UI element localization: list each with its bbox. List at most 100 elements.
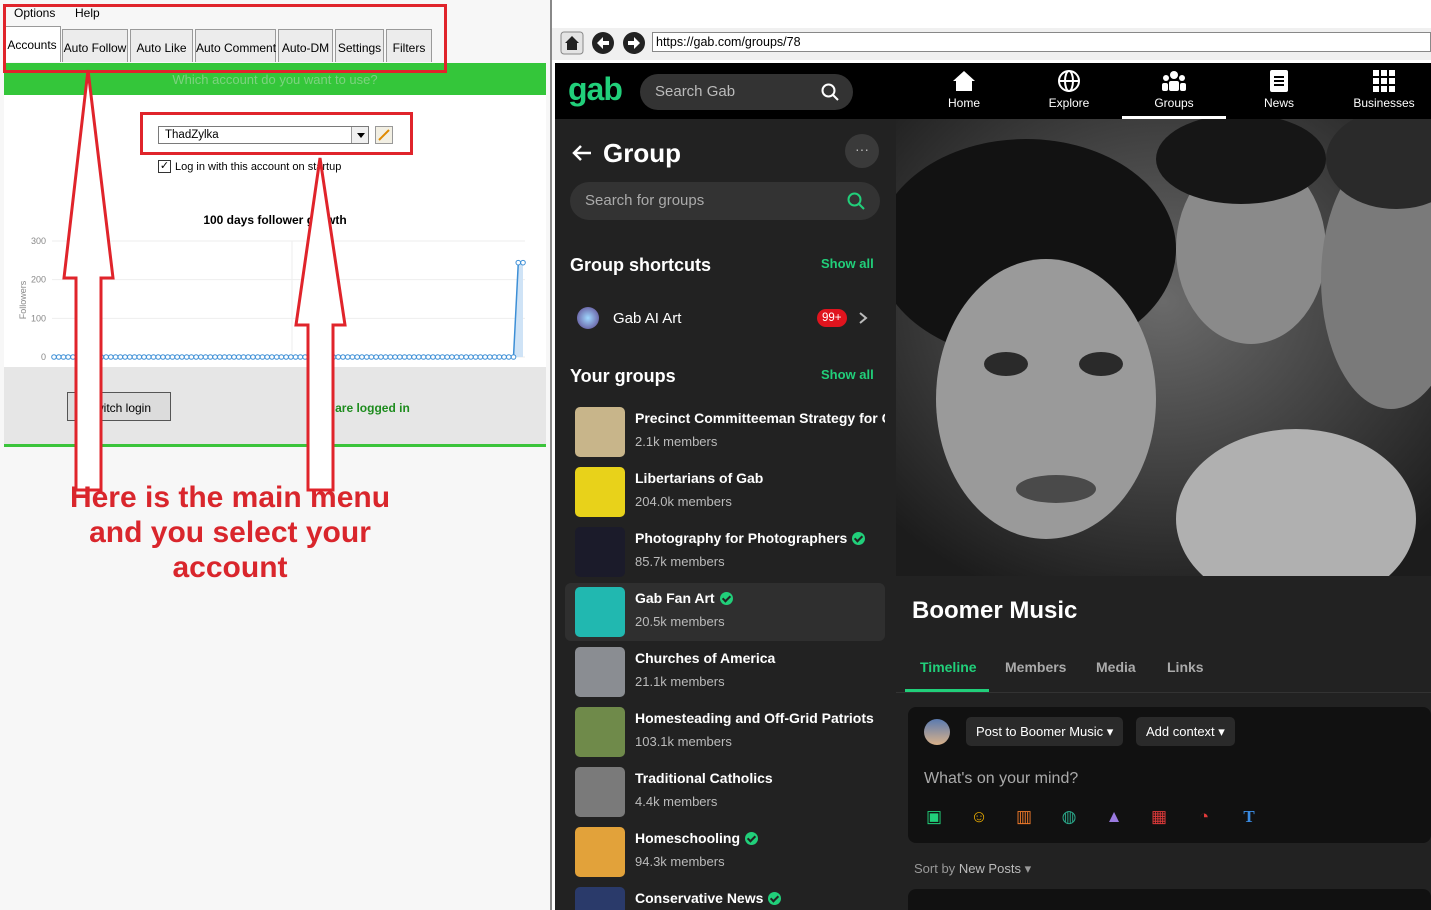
group-name: Homesteading and Off-Grid Patriots (635, 710, 885, 726)
arrow-left-icon[interactable] (571, 143, 593, 163)
group-list-item[interactable]: Gab Fan Art 20.5k members (565, 583, 885, 641)
group-name: Libertarians of Gab (635, 470, 885, 486)
annotation-line: and you select your (89, 516, 371, 549)
caret-down-icon: ▾ (1218, 724, 1225, 739)
more-options-button[interactable]: ··· (845, 134, 879, 168)
nav-explore[interactable]: Explore (1019, 69, 1119, 110)
gab-search-input[interactable]: Search Gab (640, 74, 853, 110)
browser-toolbar: https://gab.com/groups/78 (552, 28, 1431, 60)
nav-label: Home (947, 96, 980, 110)
group-list-item[interactable]: Conservative News (565, 883, 885, 910)
warning-icon[interactable]: ▲ (1104, 807, 1124, 827)
nav-businesses[interactable]: Businesses (1334, 69, 1431, 110)
groups-icon (1162, 71, 1186, 91)
annotation-arrow-left (62, 69, 115, 492)
group-name-text: Churches of America (635, 650, 776, 666)
chart-icon[interactable]: ▥ (1014, 807, 1034, 827)
group-list-item[interactable]: Precinct Committeeman Strategy for Cc 2.1… (565, 403, 885, 461)
group-thumbnail (575, 887, 625, 910)
nav-label: Businesses (1353, 96, 1415, 110)
group-name: Traditional Catholics (635, 770, 885, 786)
gab-search-placeholder: Search Gab (655, 83, 736, 100)
home-icon (953, 71, 975, 91)
shortcuts-show-all-link[interactable]: Show all (821, 256, 874, 271)
chevron-right-icon (859, 312, 868, 324)
notification-badge: 99+ (817, 309, 847, 327)
group-member-count: 85.7k members (635, 554, 725, 569)
group-member-count: 21.1k members (635, 674, 725, 689)
tab-links[interactable]: Links (1167, 659, 1204, 675)
globe-icon[interactable]: ◍ (1059, 807, 1079, 827)
nav-home[interactable]: Home (914, 69, 1014, 110)
group-thumbnail (575, 527, 625, 577)
group-name-text: Traditional Catholics (635, 770, 773, 786)
active-tab-indicator (905, 689, 989, 692)
group-name: Precinct Committeeman Strategy for Cc (635, 410, 885, 426)
group-avatar (577, 307, 599, 329)
post-to-dropdown[interactable]: Post to Boomer Music ▾ (966, 717, 1124, 746)
group-list-item[interactable]: Homeschooling 94.3k members (565, 823, 885, 881)
caret-down-icon: ▾ (1106, 724, 1114, 739)
annotation-line: account (172, 551, 288, 584)
group-name-text: Libertarians of Gab (635, 470, 764, 486)
tab-media[interactable]: Media (1096, 659, 1136, 675)
emoji-icon[interactable]: ☺ (969, 807, 989, 827)
group-list-item[interactable]: Libertarians of Gab 204.0k members (565, 463, 885, 521)
group-search-placeholder: Search for groups (585, 192, 705, 209)
verified-icon (745, 832, 759, 845)
url-bar[interactable]: https://gab.com/groups/78 (652, 32, 1431, 52)
group-name: Churches of America (635, 650, 885, 666)
sort-control[interactable]: Sort by New Posts ▾ (914, 861, 1031, 877)
groups-sidebar: Group ··· Search for groups Group shortc… (555, 119, 895, 910)
timer-icon[interactable]: ◔ (1194, 807, 1214, 827)
grid-icon (1373, 70, 1395, 92)
group-member-count: 20.5k members (635, 614, 725, 629)
nav-news[interactable]: News (1229, 69, 1329, 110)
add-context-dropdown[interactable]: Add context ▾ (1136, 717, 1235, 746)
calendar-icon[interactable]: ▦ (1149, 807, 1169, 827)
nav-label: Explore (1048, 96, 1090, 110)
image-icon[interactable]: ▣ (924, 807, 944, 827)
group-list-item[interactable]: Homesteading and Off-Grid Patriots 103.1k… (565, 703, 885, 761)
nav-groups[interactable]: Groups (1122, 69, 1226, 119)
shortcut-item[interactable]: Gab AI Art 99+ (577, 304, 877, 334)
home-icon[interactable] (560, 31, 584, 55)
group-list-item[interactable]: Churches of America 21.1k members (565, 643, 885, 701)
tab-timeline[interactable]: Timeline (920, 659, 977, 675)
gab-logo[interactable]: gab (568, 71, 623, 108)
cover-photo (896, 119, 1431, 576)
composer-input[interactable]: What's on your mind? (924, 770, 1078, 788)
browser-window: https://gab.com/groups/78 gab Search Gab… (552, 0, 1431, 910)
tab-divider (896, 692, 1431, 693)
group-cover-image (896, 119, 1431, 576)
news-icon (1270, 70, 1288, 92)
forward-icon[interactable] (622, 31, 646, 55)
back-icon[interactable] (591, 31, 615, 55)
group-name: Conservative News (635, 890, 885, 906)
annotation-arrows (62, 69, 347, 492)
nav-label: Groups (1154, 96, 1194, 110)
caret-down-icon: ▾ (1024, 861, 1032, 876)
gab-page: gab Search Gab Home Explore Groups News (555, 63, 1431, 910)
group-list-item[interactable]: Photography for Photographers 85.7k membe… (565, 523, 885, 581)
group-thumbnail (575, 647, 625, 697)
group-name: Boomer Music (912, 597, 1078, 624)
add-context-label: Add context (1146, 724, 1215, 739)
tab-members[interactable]: Members (1005, 659, 1066, 675)
text-format-icon[interactable]: T (1239, 807, 1259, 827)
group-list-item[interactable]: Traditional Catholics 4.4k members (565, 763, 885, 821)
verified-icon (852, 532, 866, 545)
search-icon (847, 192, 865, 210)
group-search-input[interactable]: Search for groups (570, 182, 880, 220)
avatar (924, 719, 950, 745)
group-thumbnail (575, 407, 625, 457)
group-name-text: Gab Fan Art (635, 590, 715, 606)
sort-prefix: Sort by (914, 861, 956, 876)
group-thumbnail (575, 767, 625, 817)
your-groups-show-all-link[interactable]: Show all (821, 367, 874, 382)
sort-value: New Posts (958, 861, 1021, 876)
group-member-count: 103.1k members (635, 734, 732, 749)
group-thumbnail (575, 707, 625, 757)
bot-app-window: Options Help Accounts Auto Follow Auto L… (0, 0, 550, 910)
group-main: Boomer Music Timeline Members Media Link… (896, 119, 1431, 910)
